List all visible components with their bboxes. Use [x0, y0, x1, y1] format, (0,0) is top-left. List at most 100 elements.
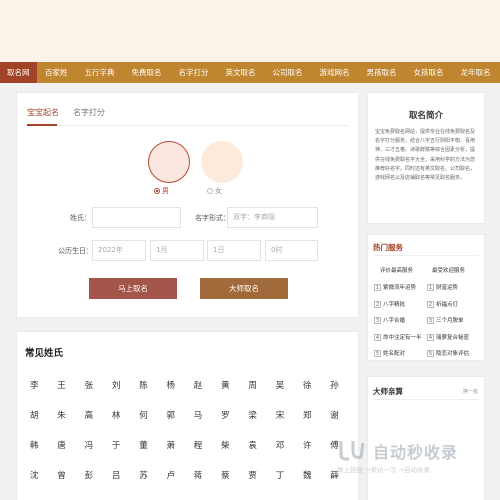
hot-service-item[interactable]: 4 瑞萝复合秘密	[427, 333, 469, 341]
hot-service-label: 隐恋对象评估	[436, 351, 470, 357]
hot-service-label: 瑞萝复合秘密	[436, 334, 470, 341]
hot-service-item[interactable]: 3 三个月脱单	[427, 316, 464, 324]
surname-link[interactable]: 孙	[330, 379, 339, 391]
surname-link[interactable]: 彭	[85, 469, 94, 481]
nav-item[interactable]: 龙年取名	[452, 62, 499, 83]
surname-link[interactable]: 柴	[221, 439, 230, 451]
nav-item[interactable]: 女孩取名	[405, 62, 452, 83]
surname-link[interactable]: 陈	[139, 379, 148, 391]
surname-link[interactable]: 李	[30, 379, 39, 391]
gender-female-label: 女	[215, 187, 222, 195]
nav-item[interactable]: 公司取名	[264, 62, 311, 83]
surname-link[interactable]: 沈	[30, 469, 39, 481]
surname-link[interactable]: 袁	[248, 439, 257, 451]
surname-link[interactable]: 何	[139, 409, 148, 421]
surname-link[interactable]: 卢	[167, 469, 176, 481]
hot-service-item[interactable]: 1 财富运势	[427, 283, 458, 291]
active-tab-indicator	[27, 124, 57, 126]
tab-baby-naming[interactable]: 宝宝起名	[27, 107, 59, 118]
surname-link[interactable]: 吕	[112, 469, 121, 481]
day-select[interactable]: 1日	[207, 240, 261, 261]
gender-male-label: 男	[162, 187, 169, 195]
hot-service-item[interactable]: 2 八字精批	[374, 300, 405, 308]
surname-link[interactable]: 丁	[276, 469, 285, 481]
surname-link[interactable]: 高	[85, 409, 94, 421]
surname-link[interactable]: 邓	[276, 439, 285, 451]
female-avatar-option[interactable]	[201, 141, 243, 183]
tab-name-scoring[interactable]: 名字打分	[73, 107, 105, 118]
quick-naming-button[interactable]: 马上取名	[89, 278, 177, 299]
surname-input[interactable]	[92, 207, 181, 228]
surname-link[interactable]: 萧	[167, 439, 176, 451]
gender-female-radio[interactable]: 女	[207, 186, 222, 196]
master-naming-button[interactable]: 大师取名	[200, 278, 288, 299]
surname-link[interactable]: 冯	[85, 439, 94, 451]
rank-badge: 5	[427, 350, 434, 357]
nav-item[interactable]: 英文取名	[217, 62, 264, 83]
surname-link[interactable]: 张	[85, 379, 94, 391]
divider	[373, 255, 479, 256]
hot-service-item[interactable]: 5 姓名配对	[374, 349, 405, 357]
surname-link[interactable]: 郭	[167, 409, 176, 421]
surname-link[interactable]: 吴	[276, 379, 285, 391]
surname-link[interactable]: 林	[112, 409, 121, 421]
surname-link[interactable]: 郑	[303, 409, 312, 421]
surname-link[interactable]: 罗	[221, 409, 230, 421]
surname-link[interactable]: 黄	[221, 379, 230, 391]
hot-service-item[interactable]: 2 祈福点灯	[427, 300, 458, 308]
surname-link[interactable]: 马	[194, 409, 203, 421]
nav-item[interactable]: 游戏网名	[311, 62, 358, 83]
master-calc-title: 大师亲算	[373, 387, 403, 396]
surname-link[interactable]: 赵	[194, 379, 203, 391]
section-title: 常见姓氏	[25, 348, 64, 359]
surname-link[interactable]: 唐	[57, 439, 66, 451]
surname-link[interactable]: 于	[112, 439, 121, 451]
surname-link[interactable]: 朱	[57, 409, 66, 421]
nav-item[interactable]: 名字打分	[170, 62, 217, 83]
hot-service-item[interactable]: 1 紫微流年运势	[374, 283, 416, 291]
surname-link[interactable]: 韩	[30, 439, 39, 451]
hot-service-label: 八字精批	[383, 301, 406, 308]
surname-link[interactable]: 蒋	[194, 469, 203, 481]
hot-service-item[interactable]: 3 八字合婚	[374, 316, 405, 324]
nav-item[interactable]: 五行字典	[76, 62, 123, 83]
surname-link[interactable]: 宋	[276, 409, 285, 421]
surname-link[interactable]: 蔡	[221, 469, 230, 481]
year-select[interactable]: 2022年	[92, 240, 146, 261]
surname-link[interactable]: 董	[139, 439, 148, 451]
surname-link[interactable]: 胡	[30, 409, 39, 421]
intro-text: 宝宝免费取名网站，提供专业在线免费取名及名字打分服务，结合八字五行阴阳平衡、喜用…	[375, 129, 476, 182]
surname-link[interactable]: 贾	[248, 469, 257, 481]
hot-service-item[interactable]: 4 命中注定有一半	[374, 333, 422, 341]
surname-link[interactable]: 曾	[57, 469, 66, 481]
hot-service-item[interactable]: 5 隐恋对象评估	[427, 349, 469, 357]
surname-link[interactable]: 谢	[330, 409, 339, 421]
hot-service-label: 紫微流年运势	[383, 285, 417, 291]
surname-link[interactable]: 杨	[167, 379, 176, 391]
rank-badge: 2	[374, 300, 381, 308]
name-form-select[interactable]: 双字：李商隐	[227, 207, 318, 228]
surname-link[interactable]: 苏	[139, 469, 148, 481]
surname-link[interactable]: 程	[194, 439, 203, 451]
surname-link[interactable]: 徐	[303, 379, 312, 391]
surname-link[interactable]: 王	[57, 379, 66, 391]
surname-link[interactable]: 梁	[248, 409, 257, 421]
watermark-brand: 自动秒收录	[373, 443, 459, 462]
hour-select[interactable]: 0时	[265, 240, 318, 261]
nav-item[interactable]: 免费取名	[123, 62, 170, 83]
nav-item[interactable]: 百家姓	[37, 62, 77, 83]
hot-service-label: 姓名配对	[383, 351, 406, 357]
surname-link[interactable]: 刘	[112, 379, 121, 391]
surname-link[interactable]: 许	[303, 439, 312, 451]
surname-link[interactable]: 魏	[303, 469, 312, 481]
nav-item[interactable]: 取名网	[0, 62, 37, 83]
hot-services-title: 热门服务	[373, 243, 403, 252]
rank-badge: 3	[427, 317, 434, 324]
nav-item[interactable]: 男孩取名	[358, 62, 405, 83]
intro-card: 取名简介 宝宝免费取名网站，提供专业在线免费取名及名字打分服务，结合八字五行阴阳…	[367, 92, 485, 224]
month-select[interactable]: 1月	[150, 240, 204, 261]
gender-male-radio[interactable]: 男	[154, 186, 169, 196]
male-avatar-option[interactable]	[148, 141, 190, 183]
surname-link[interactable]: 周	[248, 379, 257, 391]
refresh-link[interactable]: 换一批	[463, 388, 478, 395]
